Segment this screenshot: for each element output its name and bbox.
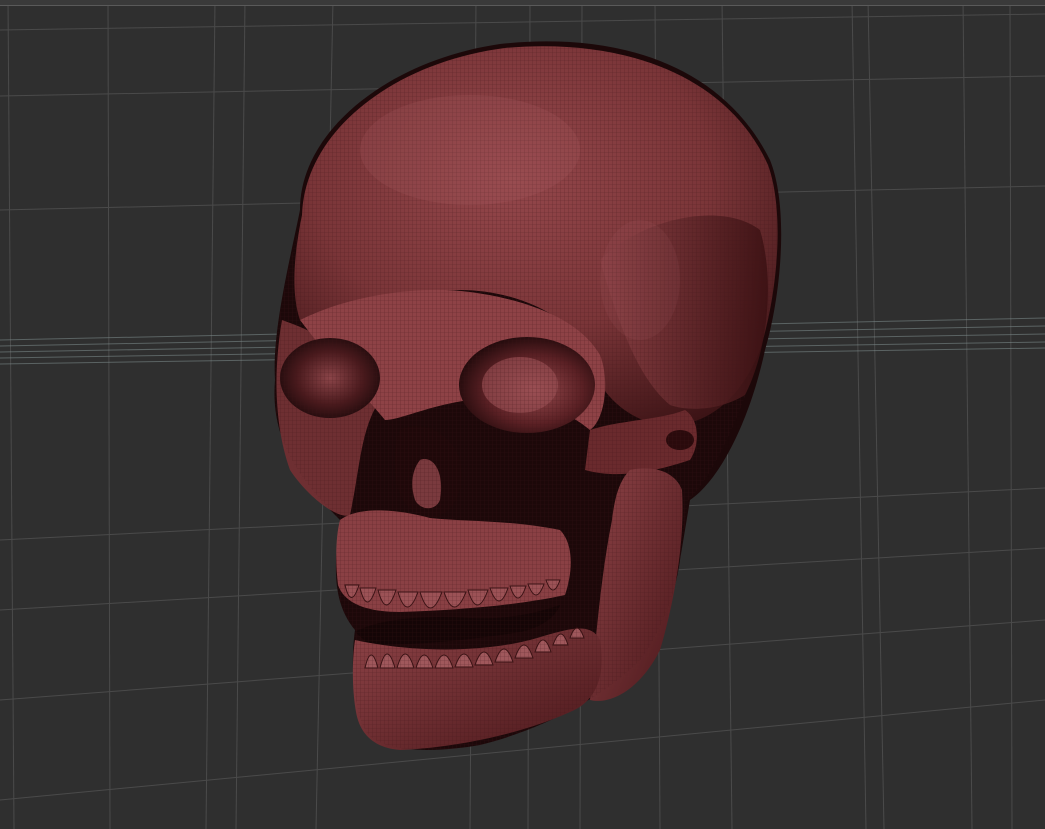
cranium-highlight bbox=[360, 95, 580, 205]
3d-viewport[interactable] bbox=[0, 0, 1045, 829]
skull-mesh[interactable] bbox=[274, 41, 782, 750]
temple-highlight bbox=[600, 220, 680, 340]
viewport-scene[interactable] bbox=[0, 6, 1045, 829]
